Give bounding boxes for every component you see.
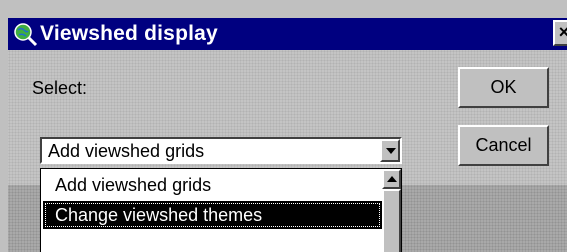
vertical-scrollbar[interactable] — [382, 169, 401, 252]
scroll-thumb[interactable] — [382, 189, 401, 252]
chevron-up-icon — [387, 176, 397, 182]
viewshed-dialog: Viewshed display × Select: OK Cancel Add… — [0, 0, 567, 252]
ok-button[interactable]: OK — [458, 67, 549, 108]
cancel-button[interactable]: Cancel — [458, 125, 549, 166]
list-item[interactable]: Add viewshed grids — [43, 171, 382, 199]
dropdown-button[interactable] — [380, 139, 400, 162]
scroll-up-button[interactable] — [382, 169, 401, 189]
select-label: Select: — [32, 78, 88, 98]
title-bar[interactable]: Viewshed display × — [8, 18, 567, 50]
window-title: Viewshed display — [40, 22, 218, 45]
list-item[interactable] — [43, 231, 382, 252]
action-combobox[interactable]: Add viewshed grids — [40, 137, 402, 164]
close-button[interactable]: × — [553, 20, 567, 46]
magnifier-globe-icon — [14, 23, 38, 47]
combobox-value: Add viewshed grids — [48, 141, 205, 161]
close-icon: × — [559, 22, 567, 42]
dropdown-list[interactable]: Add viewshed grids Change viewshed theme… — [40, 168, 402, 252]
list-item-selected[interactable]: Change viewshed themes — [43, 201, 382, 229]
chevron-down-icon — [386, 148, 396, 154]
